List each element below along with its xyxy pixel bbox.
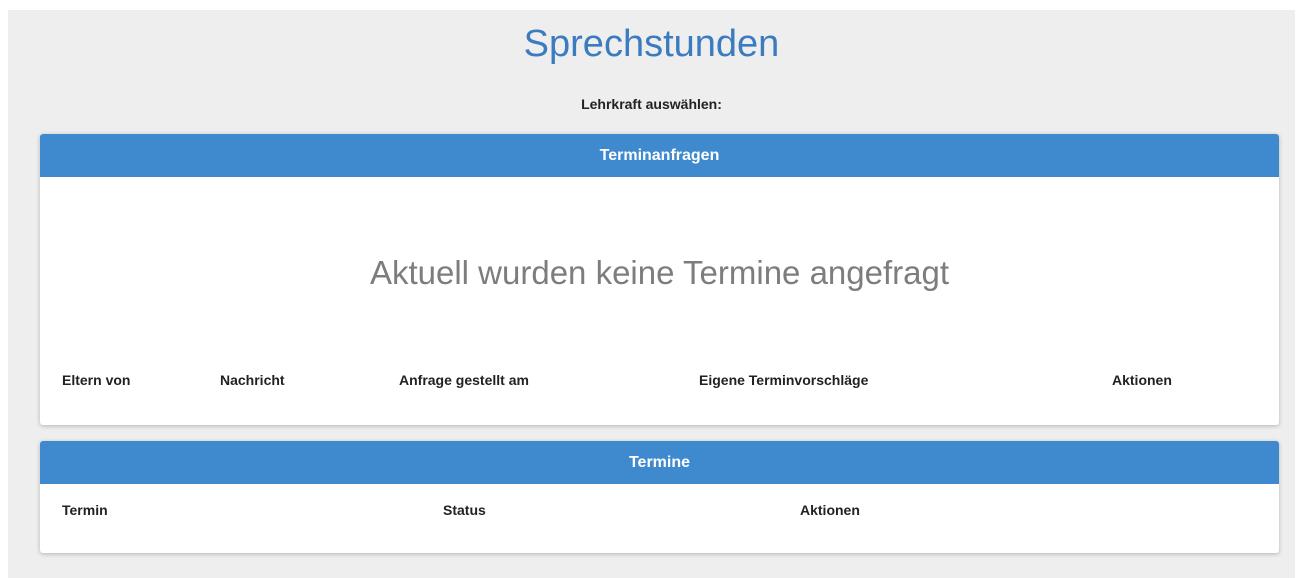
requests-empty-message: Aktuell wurden keine Termine angefragt xyxy=(369,254,950,291)
appointments-card-header: Termine xyxy=(40,441,1279,484)
column-header-termin[interactable]: Termin xyxy=(62,502,108,518)
column-header-aktionen[interactable]: Aktionen xyxy=(800,502,860,518)
page-title: Sprechstunden xyxy=(523,23,780,65)
teacher-select-label: Lehrkraft auswählen: xyxy=(581,96,722,112)
requests-card: Terminanfragen Aktuell wurden keine Term… xyxy=(40,134,1279,425)
page-container: Sprechstunden Lehrkraft auswählen: Termi… xyxy=(8,10,1295,578)
requests-card-header: Terminanfragen xyxy=(40,134,1279,177)
column-header-eltern-von[interactable]: Eltern von xyxy=(62,372,130,388)
appointments-card: Termine Termin Status Aktionen xyxy=(40,441,1279,553)
column-header-aktionen[interactable]: Aktionen xyxy=(1112,372,1172,388)
column-header-eigene-terminvorschlaege[interactable]: Eigene Terminvorschläge xyxy=(699,372,868,388)
column-header-anfrage-gestellt-am[interactable]: Anfrage gestellt am xyxy=(399,372,529,388)
column-header-status[interactable]: Status xyxy=(443,502,486,518)
column-header-nachricht[interactable]: Nachricht xyxy=(220,372,285,388)
